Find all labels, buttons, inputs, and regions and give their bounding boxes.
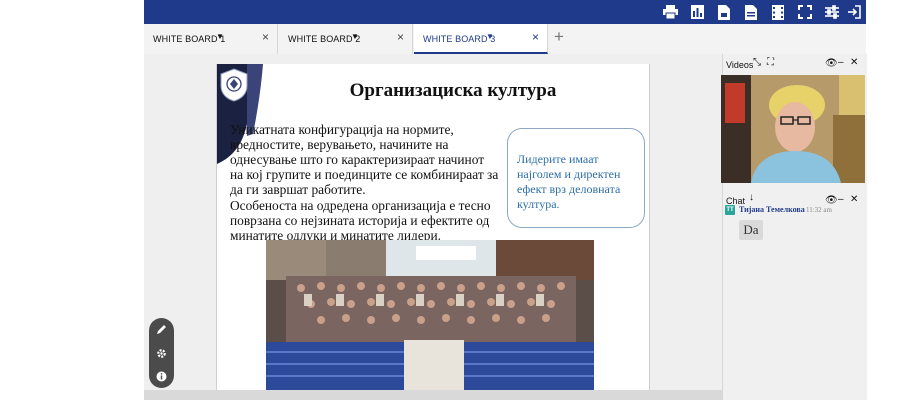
- caret-down-icon[interactable]: ▼: [486, 32, 494, 41]
- caret-down-icon[interactable]: ▼: [351, 32, 359, 41]
- expand-icon[interactable]: ⤡: [753, 58, 761, 68]
- chat-timestamp: 11:32 am: [806, 206, 832, 214]
- tab-label: WHITE BOARD 3: [423, 34, 496, 44]
- settings-sliders-icon[interactable]: [823, 3, 841, 21]
- fullscreen-icon[interactable]: ⛶: [767, 58, 774, 68]
- videos-title: Videos: [726, 60, 754, 70]
- avatar: TT: [725, 205, 735, 215]
- chat-message: Da: [739, 220, 763, 240]
- tab-white-board-1[interactable]: WHITE BOARD 1 ▼ ×: [144, 24, 278, 54]
- participant-video: [721, 75, 865, 183]
- pencil-icon[interactable]: [153, 321, 170, 338]
- tab-white-board-2[interactable]: WHITE BOARD 2 ▼ ×: [279, 24, 413, 54]
- exit-icon[interactable]: [845, 3, 863, 21]
- eye-icon[interactable]: 👁: [825, 196, 838, 206]
- close-icon[interactable]: ×: [262, 31, 269, 43]
- close-icon[interactable]: ✕: [850, 195, 858, 205]
- print-icon[interactable]: [661, 3, 679, 21]
- page-margin-right: [866, 0, 900, 400]
- minimize-icon[interactable]: –: [838, 195, 844, 205]
- document-icon[interactable]: [715, 3, 733, 21]
- fullscreen-icon[interactable]: [796, 3, 814, 21]
- group-photo: [266, 240, 594, 390]
- film-icon[interactable]: [769, 3, 787, 21]
- chart-icon[interactable]: [688, 3, 706, 21]
- info-icon[interactable]: [153, 368, 170, 385]
- page-margin-left: [0, 0, 144, 400]
- presentation-slide: Организациска култура Уникатната конфигу…: [216, 64, 650, 390]
- add-tab-button[interactable]: +: [554, 27, 564, 47]
- tab-label: WHITE BOARD 2: [288, 34, 361, 44]
- download-icon[interactable]: ↓: [749, 193, 754, 203]
- gear-icon[interactable]: [153, 345, 170, 362]
- top-toolbar: [144, 0, 866, 24]
- slide-paragraph: Уникатната конфигурација на нормите, вре…: [230, 122, 499, 197]
- close-icon[interactable]: ×: [532, 31, 539, 43]
- whiteboard-tab-strip: WHITE BOARD 1 ▼ × WHITE BOARD 2 ▼ × WHIT…: [144, 24, 866, 55]
- slide-title: Организациска култура: [349, 80, 557, 101]
- close-icon[interactable]: ✕: [850, 58, 858, 68]
- tab-white-board-3[interactable]: WHITE BOARD 3 ▼ ×: [414, 24, 548, 54]
- slide-callout: Лидерите имаат најголем и директен ефект…: [507, 128, 645, 228]
- drawing-tool-palette: [149, 318, 174, 388]
- horizontal-scrollbar[interactable]: [144, 390, 722, 400]
- chat-username: Тијана Темелкова: [739, 205, 805, 214]
- eye-icon[interactable]: 👁: [825, 59, 838, 69]
- slide-paragraph: Особеноста на одредена организација е те…: [230, 198, 491, 243]
- callout-text: Лидерите имаат најголем и директен ефект…: [517, 152, 621, 211]
- minimize-icon[interactable]: –: [838, 58, 844, 68]
- close-icon[interactable]: ×: [397, 31, 404, 43]
- file-icon[interactable]: [742, 3, 760, 21]
- caret-down-icon[interactable]: ▼: [216, 32, 224, 41]
- tab-label: WHITE BOARD 1: [153, 34, 226, 44]
